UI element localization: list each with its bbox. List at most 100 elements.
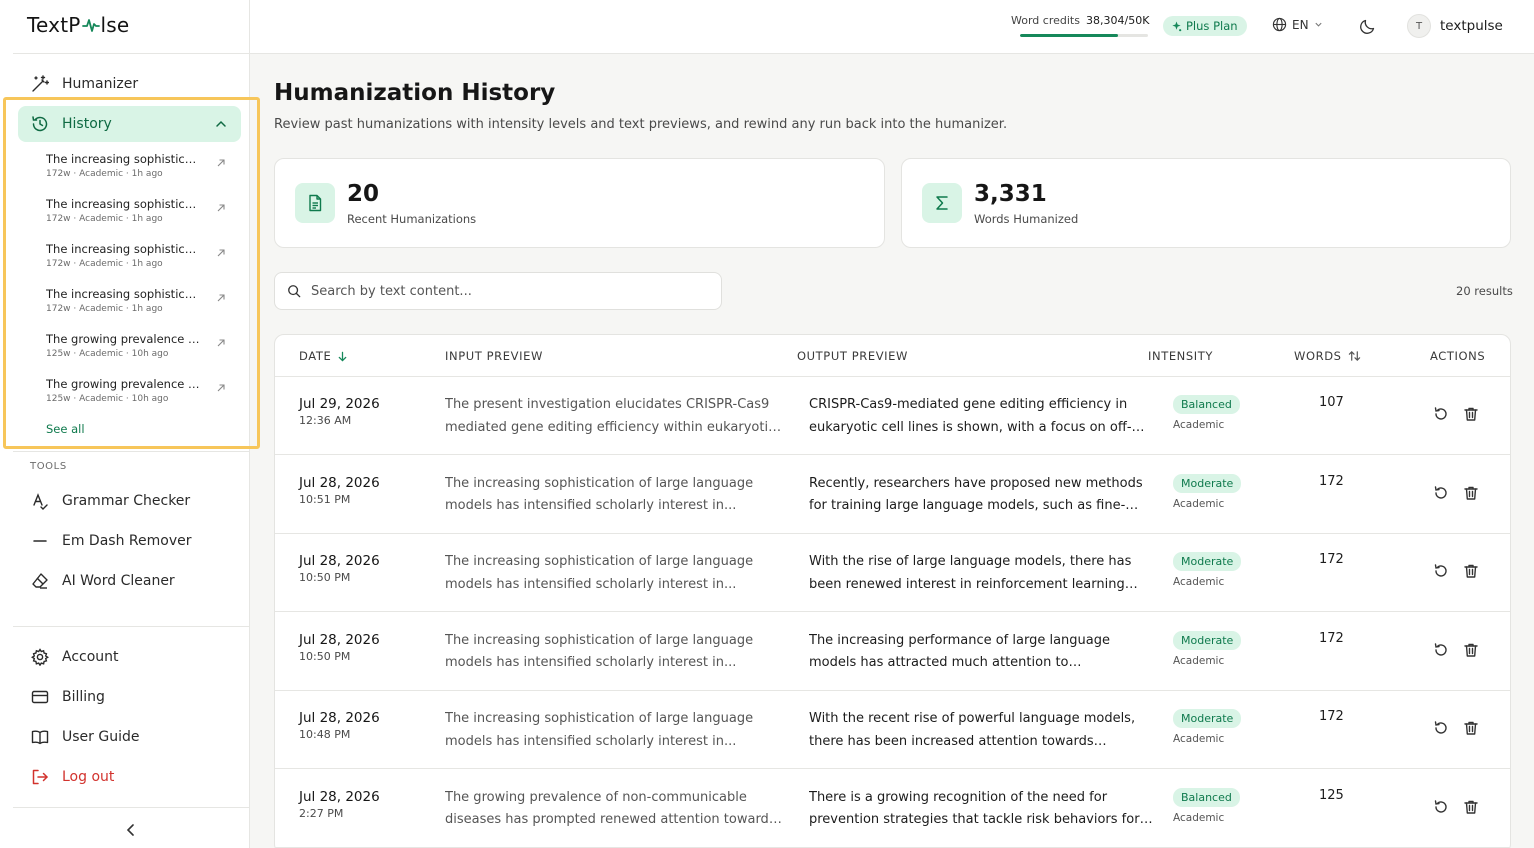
intensity-category: Academic (1173, 654, 1225, 667)
nav-ai-word-cleaner[interactable]: AI Word Cleaner (18, 563, 241, 599)
row-word-count: 125 (1319, 787, 1344, 803)
arrow-up-right-icon[interactable] (216, 203, 226, 213)
column-header-actions: ACTIONS (1430, 349, 1485, 363)
sparkle-icon (1172, 20, 1182, 31)
history-item-meta: 172w · Academic · 1h ago (46, 304, 163, 314)
history-item[interactable]: The increasing sophistication of large l… (46, 242, 232, 276)
chevron-left-icon[interactable] (123, 822, 139, 838)
history-item[interactable]: The increasing sophistication of large l… (46, 152, 232, 186)
nav-grammar-checker[interactable]: Grammar Checker (18, 483, 241, 519)
row-actions (1433, 720, 1479, 736)
trash-icon[interactable] (1463, 799, 1479, 815)
row-date: Jul 28, 2026 10:51 PM (299, 475, 380, 506)
history-item[interactable]: The growing prevalence of non-communicab… (46, 332, 232, 366)
history-item[interactable]: The increasing sophistication of large l… (46, 287, 232, 321)
nav-label: Em Dash Remover (62, 533, 192, 549)
table-row[interactable]: Jul 29, 2026 12:36 AM The present invest… (275, 376, 1510, 455)
row-date: Jul 28, 2026 10:48 PM (299, 710, 380, 741)
arrow-up-right-icon[interactable] (216, 338, 226, 348)
user-menu[interactable]: T textpulse (1407, 14, 1503, 38)
nav-user-guide[interactable]: User Guide (18, 719, 241, 755)
row-input-preview: The increasing sophistication of large l… (445, 632, 754, 671)
nav-em-dash-remover[interactable]: Em Dash Remover (18, 523, 241, 559)
avatar: T (1407, 14, 1431, 38)
history-item[interactable]: The growing prevalence of non-communicab… (46, 377, 232, 411)
row-actions (1433, 406, 1479, 422)
arrow-up-right-icon[interactable] (216, 383, 226, 393)
row-input-preview: The increasing sophistication of large l… (445, 475, 754, 514)
arrow-down-icon (338, 351, 347, 362)
see-all-link[interactable]: See all (46, 422, 85, 436)
pulse-logo-icon (81, 19, 100, 32)
nav-history[interactable]: History (18, 106, 241, 142)
trash-icon[interactable] (1463, 642, 1479, 658)
plan-badge[interactable]: Plus Plan (1163, 16, 1247, 36)
table-row[interactable]: Jul 28, 2026 10:50 PM The increasing sop… (275, 533, 1510, 612)
stat-label: Recent Humanizations (347, 212, 477, 226)
history-table: DATE INPUT PREVIEW OUTPUT PREVIEW INTENS… (274, 334, 1511, 848)
row-word-count: 172 (1319, 552, 1344, 567)
row-output-preview: The increasing performance of large lang… (809, 632, 1110, 671)
rewind-icon[interactable] (1433, 642, 1449, 658)
search-icon (288, 285, 301, 298)
intensity-category: Academic (1173, 419, 1225, 431)
history-item-title: The increasing sophistication of large l… (46, 197, 202, 211)
arrow-up-right-icon[interactable] (216, 158, 226, 168)
table-row[interactable]: Jul 28, 2026 2:27 PM The growing prevale… (275, 769, 1510, 848)
table-row[interactable]: Jul 28, 2026 10:48 PM The increasing sop… (275, 690, 1510, 769)
stat-card-words: 3,331 Words Humanized (901, 158, 1511, 248)
trash-icon[interactable] (1463, 720, 1479, 736)
column-header-date[interactable]: DATE (299, 349, 348, 363)
sidebar: TextP lse Humanizer History The increasi… (0, 0, 260, 848)
gear-icon (30, 647, 50, 667)
nav-humanizer[interactable]: Humanizer (18, 66, 241, 102)
word-credits-label: Word credits (1011, 14, 1080, 27)
trash-icon[interactable] (1463, 563, 1479, 579)
row-date: Jul 28, 2026 10:50 PM (299, 553, 380, 584)
search-input[interactable] (311, 283, 701, 299)
intensity-badge: Moderate (1173, 709, 1242, 728)
arrow-up-right-icon[interactable] (216, 248, 226, 258)
row-word-count: 172 (1319, 709, 1344, 724)
history-item[interactable]: The increasing sophistication of large l… (46, 197, 232, 231)
row-intensity: Moderate Academic (1173, 550, 1242, 588)
rewind-icon[interactable] (1433, 485, 1449, 501)
table-row[interactable]: Jul 28, 2026 10:50 PM The increasing sop… (275, 612, 1510, 691)
language-selector[interactable]: EN (1272, 17, 1323, 32)
table-row[interactable]: Jul 28, 2026 10:51 PM The increasing sop… (275, 455, 1510, 534)
logo-text-right: lse (100, 13, 130, 37)
logo-text-left: TextP (27, 13, 81, 37)
rewind-icon[interactable] (1433, 799, 1449, 815)
intensity-category: Academic (1173, 576, 1225, 588)
rewind-icon[interactable] (1433, 406, 1449, 422)
intensity-badge: Moderate (1173, 552, 1242, 571)
row-intensity: Moderate Academic (1173, 629, 1242, 667)
nav-log-out[interactable]: Log out (18, 759, 241, 795)
column-header-words[interactable]: WORDS (1294, 349, 1361, 363)
history-item-meta: 125w · Academic · 10h ago (46, 349, 169, 359)
history-item-meta: 172w · Academic · 1h ago (46, 169, 163, 179)
word-credits-progress (1020, 34, 1148, 37)
top-bar: Word credits 38,304/50K Plus Plan EN T t… (250, 0, 1534, 54)
logo[interactable]: TextP lse (27, 13, 129, 37)
rewind-icon[interactable] (1433, 720, 1449, 736)
sort-icon (1348, 350, 1360, 362)
history-item-title: The increasing sophistication of large l… (46, 287, 202, 301)
rewind-icon[interactable] (1433, 563, 1449, 579)
chevron-up-icon[interactable] (215, 118, 227, 130)
column-header-intensity: INTENSITY (1148, 349, 1213, 363)
row-actions (1433, 799, 1479, 815)
divider (13, 451, 249, 452)
trash-icon[interactable] (1463, 485, 1479, 501)
arrow-up-right-icon[interactable] (216, 293, 226, 303)
moon-icon[interactable] (1359, 17, 1377, 35)
nav-account[interactable]: Account (18, 639, 241, 675)
history-item-meta: 172w · Academic · 1h ago (46, 259, 163, 269)
row-date-value: Jul 28, 2026 (299, 553, 380, 569)
grammar-icon (30, 491, 50, 511)
row-time-value: 10:51 PM (299, 492, 351, 506)
row-intensity: Moderate Academic (1173, 472, 1242, 510)
nav-billing[interactable]: Billing (18, 679, 241, 715)
trash-icon[interactable] (1463, 406, 1479, 422)
row-output-preview: CRISPR-Cas9-mediated gene editing effici… (809, 397, 1132, 435)
